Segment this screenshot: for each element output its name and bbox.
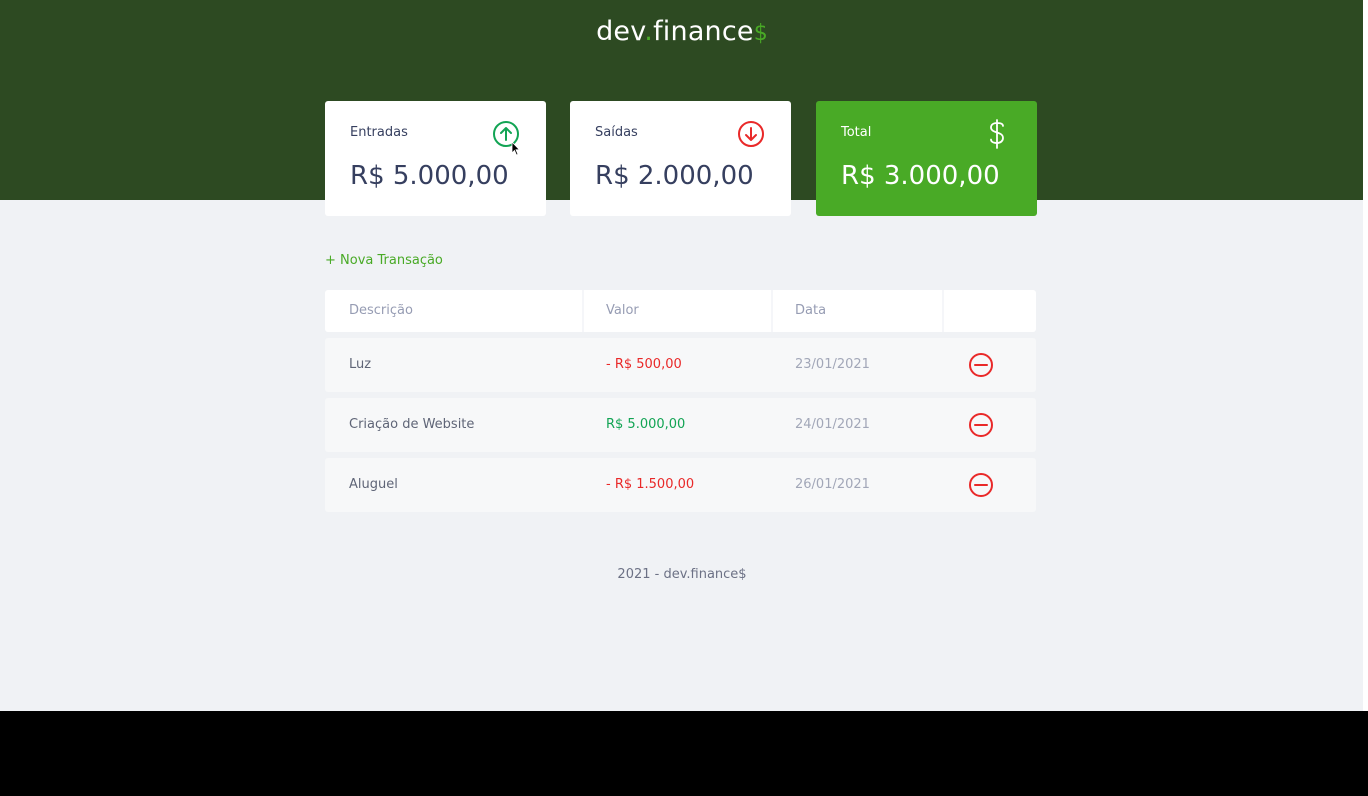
header-divider (582, 290, 584, 332)
logo-main: dev (596, 16, 645, 47)
header-date: Data (795, 303, 827, 318)
footer: 2021 - dev.finance$ (0, 567, 1364, 582)
app: dev.finance$ Entradas R$ 5.000,00 Saídas… (0, 0, 1364, 711)
mouse-cursor-icon (511, 141, 521, 156)
new-transaction-button[interactable]: + Nova Transação (325, 253, 443, 268)
expense-card-value: R$ 2.000,00 (595, 161, 754, 191)
table-row: Luz - R$ 500,00 23/01/2021 (325, 338, 1036, 392)
arrow-down-circle-icon (738, 121, 764, 147)
row-date: 23/01/2021 (795, 357, 870, 372)
row-date: 24/01/2021 (795, 417, 870, 432)
header-divider (942, 290, 944, 332)
total-card: Total R$ 3.000,00 (816, 101, 1037, 216)
header-description: Descrição (349, 303, 413, 318)
income-card-title: Entradas (350, 125, 408, 140)
footer-text: 2021 - dev.finance$ (617, 567, 747, 582)
window-edge (1363, 0, 1368, 711)
income-card-value: R$ 5.000,00 (350, 161, 509, 191)
header-amount: Valor (606, 303, 639, 318)
logo-dot: . (644, 16, 654, 47)
table-row: Aluguel - R$ 1.500,00 26/01/2021 (325, 458, 1036, 512)
table-row: Criação de Website R$ 5.000,00 24/01/202… (325, 398, 1036, 452)
row-date: 26/01/2021 (795, 477, 870, 492)
logo: dev.finance$ (0, 16, 1364, 47)
minus-circle-icon[interactable] (965, 349, 997, 381)
row-amount: R$ 5.000,00 (606, 417, 686, 432)
row-amount: - R$ 1.500,00 (606, 477, 695, 492)
row-description: Luz (349, 357, 372, 372)
transactions-table: Descrição Valor Data Luz - R$ 500,00 23/… (325, 290, 1036, 512)
logo-symbol: $ (753, 21, 768, 46)
expense-card: Saídas R$ 2.000,00 (570, 101, 791, 216)
logo-name: finance (653, 16, 754, 47)
header-divider (771, 290, 773, 332)
minus-circle-icon[interactable] (965, 409, 997, 441)
minus-circle-icon[interactable] (965, 469, 997, 501)
total-card-value: R$ 3.000,00 (841, 161, 1000, 191)
income-card: Entradas R$ 5.000,00 (325, 101, 546, 216)
row-amount: - R$ 500,00 (606, 357, 682, 372)
dollar-icon (990, 119, 1004, 149)
table-header: Descrição Valor Data (325, 290, 1036, 332)
total-card-title: Total (841, 125, 872, 140)
expense-card-title: Saídas (595, 125, 638, 140)
row-description: Aluguel (349, 477, 398, 492)
row-description: Criação de Website (349, 417, 475, 432)
